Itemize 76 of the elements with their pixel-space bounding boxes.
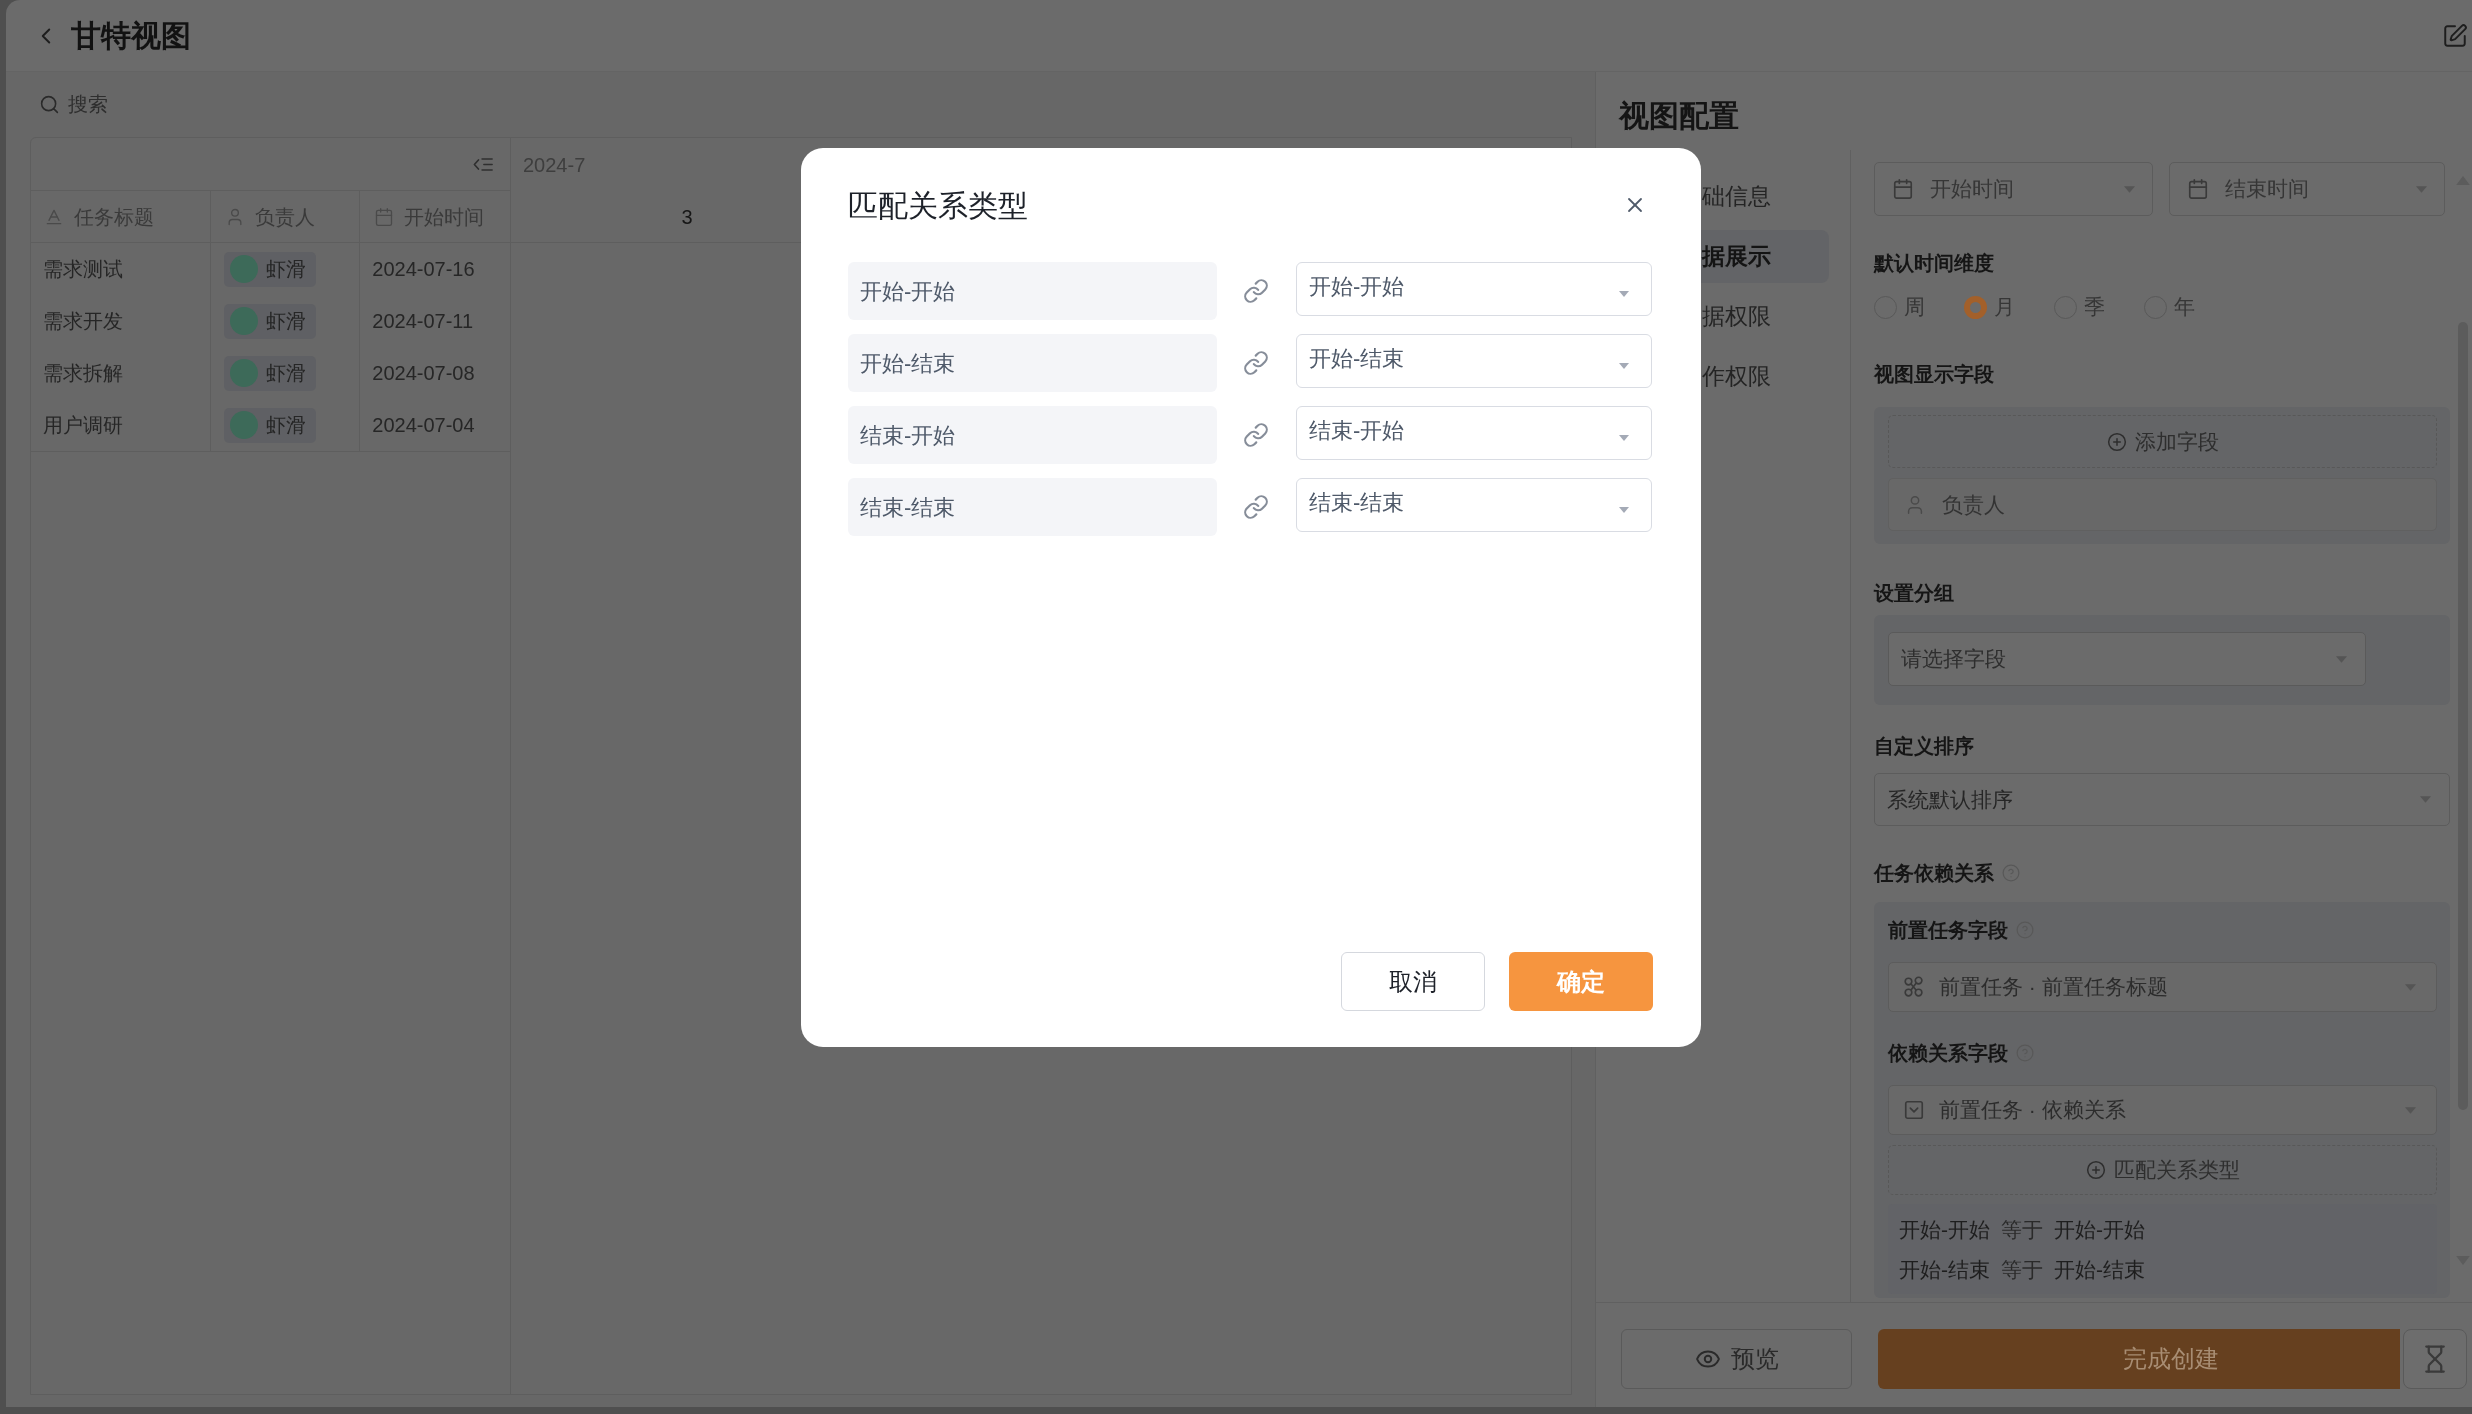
caret-down-icon [1619, 435, 1629, 441]
nodes-icon [1903, 976, 1925, 998]
start-date: 2024-07-16 [372, 257, 475, 282]
section-label: 默认时间维度 [1874, 251, 1994, 276]
mapping-relation: 等于 [2001, 1257, 2043, 1284]
source-field: 开始-结束 [848, 334, 1217, 392]
search-icon [39, 94, 60, 115]
mapping-relation: 等于 [2001, 1217, 2043, 1244]
field-label: 依赖关系字段 [1888, 1041, 2008, 1066]
predecessor-select[interactable]: 前置任务 · 前置任务标题 [1888, 962, 2437, 1012]
submit-button[interactable]: 完成创建 [1878, 1329, 2400, 1389]
caret-down-icon [1619, 363, 1629, 369]
avatar-icon [229, 255, 258, 283]
start-date: 2024-07-08 [372, 361, 475, 386]
day-label: 3 [681, 204, 693, 230]
nav-tab[interactable]: 据权限 [1701, 290, 1829, 343]
dialog-title: 匹配关系类型 [848, 187, 1028, 224]
cancel-button[interactable]: 取消 [1341, 952, 1485, 1011]
search-field[interactable]: 搜索 [68, 84, 288, 125]
field-label: 前置任务字段 [1888, 918, 2008, 943]
preview-button[interactable]: 预览 [1621, 1329, 1852, 1389]
assignee-name: 虾滑 [265, 257, 306, 282]
relation-select[interactable]: 前置任务 · 依赖关系 [1888, 1085, 2437, 1135]
group-select[interactable]: 请选择字段 [1888, 632, 2366, 686]
section-label: 视图显示字段 [1874, 362, 1994, 387]
source-field: 开始-开始 [848, 262, 1217, 320]
task-title: 需求测试 [43, 257, 123, 282]
calendar-icon [2187, 178, 2209, 200]
chevron-square-icon [1903, 1099, 1925, 1121]
assignee-name: 虾滑 [265, 413, 306, 438]
edit-icon[interactable] [2442, 22, 2468, 49]
link-icon [1243, 278, 1269, 304]
link-icon [1243, 422, 1269, 448]
target-select[interactable]: 结束-结束 [1296, 478, 1652, 532]
nav-tab[interactable]: 据展示 [1701, 230, 1829, 283]
confirm-button[interactable]: 确定 [1509, 952, 1653, 1011]
mapping-target: 开始-开始 [2054, 1217, 2145, 1244]
mapping-source: 开始-开始 [1899, 1217, 1990, 1244]
panel-title: 视图配置 [1619, 97, 1739, 134]
task-title: 需求拆解 [43, 361, 123, 386]
plus-icon [2085, 1160, 2106, 1180]
calendar-icon [1892, 178, 1914, 200]
page-title: 甘特视图 [71, 18, 191, 54]
sort-select[interactable]: 系统默认排序 [1874, 773, 2450, 826]
avatar-icon [229, 307, 258, 335]
start-date: 2024-07-11 [372, 309, 474, 334]
target-select[interactable]: 结束-开始 [1296, 406, 1652, 460]
task-title: 需求开发 [43, 309, 123, 334]
link-icon [1243, 350, 1269, 376]
add-field-button[interactable]: 添加字段 [1888, 415, 2437, 468]
section-label: 任务依赖关系 [1874, 861, 1994, 886]
calendar-icon [374, 206, 395, 227]
start-date: 2024-07-04 [372, 413, 475, 438]
collapse-icon[interactable] [473, 156, 493, 172]
radio-button[interactable] [1964, 295, 1987, 319]
task-title: 用户调研 [43, 413, 123, 438]
section-label: 自定义排序 [1874, 734, 1974, 759]
target-select[interactable]: 开始-开始 [1296, 262, 1652, 316]
target-select[interactable]: 开始-结束 [1296, 334, 1652, 388]
source-field: 结束-结束 [848, 478, 1217, 536]
caret-down-icon [1619, 507, 1629, 513]
assignee-name: 虾滑 [265, 361, 306, 386]
match-types-button[interactable]: 匹配关系类型 [1888, 1145, 2437, 1195]
source-field: 结束-开始 [848, 406, 1217, 464]
caret-down-icon [1619, 291, 1629, 297]
mapping-source: 开始-结束 [1899, 1257, 1990, 1284]
link-icon [1243, 494, 1269, 520]
floating-button[interactable] [2403, 1329, 2467, 1389]
nav-tab[interactable]: 作权限 [1701, 350, 1829, 403]
nav-tab[interactable]: 础信息 [1701, 170, 1829, 223]
mapping-target: 开始-结束 [2054, 1257, 2145, 1284]
plus-icon [2106, 431, 2127, 452]
section-label: 设置分组 [1874, 581, 1954, 606]
avatar-icon [229, 359, 258, 387]
avatar-icon [229, 411, 258, 439]
assignee-name: 虾滑 [265, 309, 306, 334]
